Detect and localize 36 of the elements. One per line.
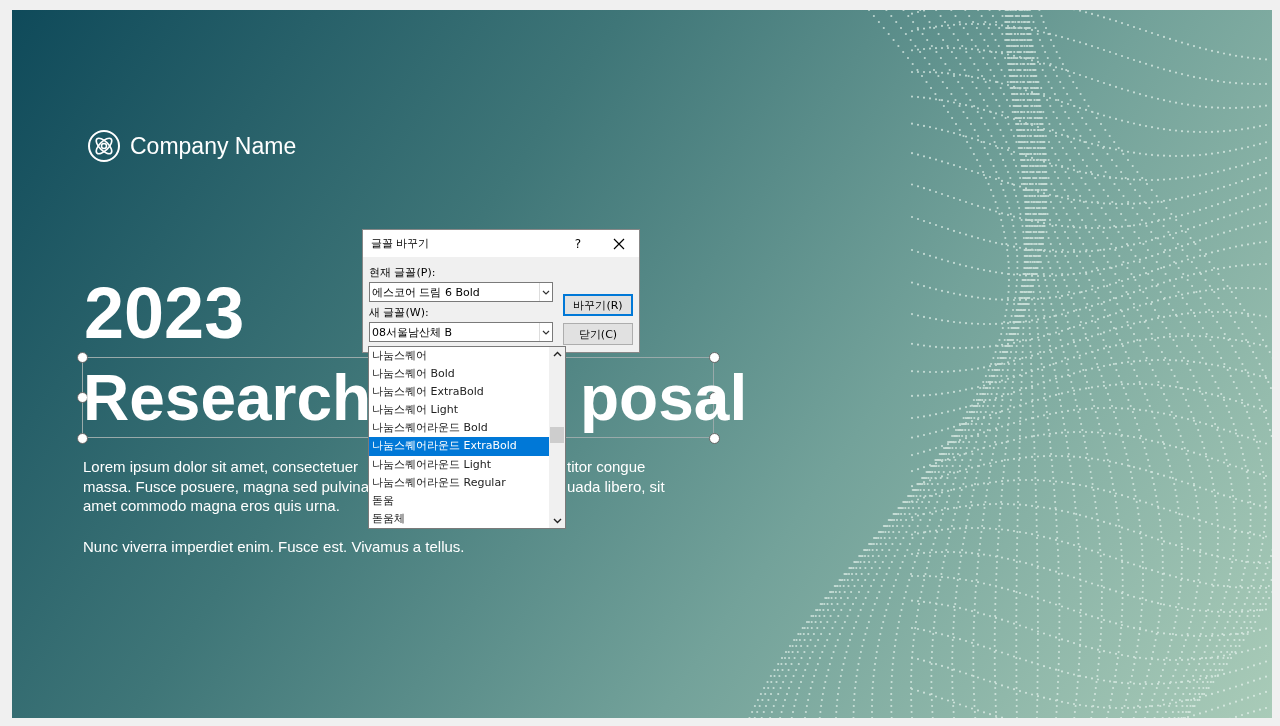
- company-name: Company Name: [130, 133, 297, 160]
- help-button[interactable]: ?: [574, 236, 581, 251]
- font-option[interactable]: 나눔스퀘어 ExtraBold: [369, 383, 549, 402]
- font-combo-box[interactable]: 에스코어 드림 6 Bold: [369, 282, 553, 302]
- field-label: 현재 글꼴(P):: [369, 265, 437, 280]
- scrollbar-thumb[interactable]: [550, 427, 564, 443]
- chevron-up-icon: [552, 351, 562, 357]
- font-option[interactable]: 나눔스퀘어: [369, 347, 549, 366]
- slide-title: Research: [83, 362, 372, 434]
- font-option[interactable]: 나눔스퀘어라운드 Regular: [369, 473, 549, 492]
- dialog-button[interactable]: 닫기(C): [563, 323, 633, 345]
- chevron-down-icon: [542, 289, 550, 295]
- body-text: amet commodo magna eros quis urna.: [83, 496, 340, 515]
- body-text: uada libero, sit: [567, 476, 665, 496]
- font-option[interactable]: 나눔스퀘어라운드 Light: [369, 455, 549, 474]
- font-option[interactable]: 나눔스퀘어 Light: [369, 401, 549, 420]
- font-option[interactable]: 나눔스퀘어라운드 Bold: [369, 419, 549, 438]
- body-text: titor congue: [567, 457, 646, 476]
- body-text: massa. Fusce posuere, magna sed pulvina: [83, 476, 369, 496]
- font-option[interactable]: 나눔스퀘어 Bold: [369, 365, 549, 384]
- font-option[interactable]: 돋움: [369, 491, 549, 510]
- chevron-down-icon: [542, 329, 550, 335]
- field-label: 새 글꼴(W):: [369, 305, 430, 320]
- slide-year: 2023: [84, 272, 245, 354]
- body-text: Lorem ipsum dolor sit amet, consectetuer: [83, 457, 359, 476]
- chevron-down-icon: [552, 518, 562, 524]
- slide-title: posal: [580, 362, 748, 434]
- dialog-title: 글꼴 바꾸기: [371, 236, 431, 251]
- close-icon[interactable]: [613, 237, 625, 250]
- font-combo-box[interactable]: 08서울남산체 B: [369, 322, 553, 342]
- dialog-button[interactable]: 바꾸기(R): [563, 294, 633, 316]
- scrollbar[interactable]: [549, 347, 565, 528]
- body-text: Nunc viverra imperdiet enim. Fusce est. Vivamus a tellus.: [83, 537, 465, 556]
- font-option[interactable]: 나눔스퀘어라운드 ExtraBold: [369, 437, 549, 456]
- atom-icon: [87, 129, 121, 163]
- font-option[interactable]: 돋움체: [369, 509, 549, 528]
